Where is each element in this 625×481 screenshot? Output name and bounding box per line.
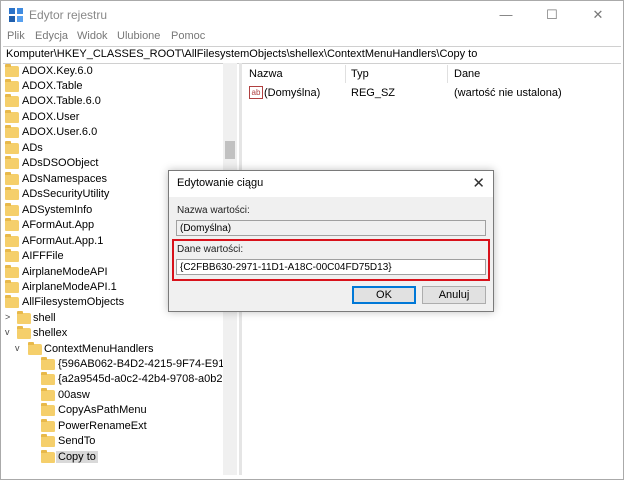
tree-item-label: Copy to: [56, 451, 98, 463]
title-bar: Edytor rejestru — ☐ ✕: [1, 1, 623, 29]
tree-item-label: CopyAsPathMenu: [58, 404, 147, 416]
folder-icon: [5, 265, 19, 278]
tree-item-label: {a2a9545d-a0c2-42b4-9708-a0b2badc: [58, 373, 237, 385]
folder-icon: [5, 110, 19, 123]
menu-plik[interactable]: Plik: [7, 30, 25, 42]
tree-item-label: AirplaneModeAPI: [22, 266, 108, 278]
value-data-label: Dane wartości:: [177, 244, 244, 255]
folder-icon: [5, 64, 19, 77]
tree-item-label: ADs: [22, 142, 43, 154]
folder-icon: [41, 419, 55, 432]
tree-item-label: ADsSecurityUtility: [22, 188, 110, 200]
ok-button[interactable]: OK: [352, 286, 416, 304]
folder-icon: [5, 172, 19, 185]
tree-item-label: ADsNamespaces: [22, 173, 107, 185]
menu-widok[interactable]: Widok: [77, 30, 108, 42]
registry-editor-icon: [9, 8, 23, 22]
folder-icon: [5, 156, 19, 169]
tree-item-label: ADOX.Table.6.0: [22, 95, 101, 107]
tree-item-label: ADOX.Key.6.0: [22, 65, 93, 77]
tree-item-label: AFormAut.App: [22, 219, 95, 231]
menu-ulubione[interactable]: Ulubione: [117, 30, 160, 42]
folder-icon: [5, 141, 19, 154]
column-separator[interactable]: [447, 65, 448, 83]
minimize-button[interactable]: —: [483, 1, 529, 29]
folder-icon: [5, 203, 19, 216]
folder-icon: [41, 450, 55, 463]
folder-icon: [5, 125, 19, 138]
tree-item-label: 00asw: [58, 389, 90, 401]
folder-icon: [5, 79, 19, 92]
tree-item-label: AFormAut.App.1: [22, 235, 104, 247]
menu-pomoc[interactable]: Pomoc: [171, 30, 205, 42]
folder-icon: [5, 280, 19, 293]
folder-icon: [5, 94, 19, 107]
table-row[interactable]: ab (Domyślna) REG_SZ (wartość nie ustalo…: [247, 86, 617, 102]
edit-string-dialog: Edytowanie ciągu ✕ Nazwa wartości: (Domy…: [168, 170, 494, 312]
collapse-arrow-icon[interactable]: v: [15, 343, 20, 353]
tree-item-label: ADOX.User.6.0: [22, 126, 98, 138]
collapse-arrow-icon[interactable]: v: [5, 327, 10, 337]
folder-icon: [41, 403, 55, 416]
tree-item-label: ADOX.Table: [22, 80, 83, 92]
menu-bar: Plik Edycja Widok Ulubione Pomoc: [1, 29, 623, 47]
folder-icon: [17, 326, 31, 339]
address-path: Komputer\HKEY_CLASSES_ROOT\AllFilesystem…: [6, 48, 478, 60]
folder-icon: [28, 342, 42, 355]
folder-icon: [41, 388, 55, 401]
value-name: (Domyślna): [264, 87, 321, 99]
folder-icon: [5, 295, 19, 308]
folder-icon: [5, 249, 19, 262]
column-header-type[interactable]: Typ: [351, 68, 369, 80]
window-title: Edytor rejestru: [29, 8, 108, 22]
dialog-title: Edytowanie ciągu: [177, 177, 264, 189]
folder-icon: [5, 234, 19, 247]
tree-item-label: shellex: [33, 327, 68, 339]
expand-arrow-icon[interactable]: >: [5, 312, 10, 322]
tree-item-label: ADOX.User: [22, 111, 80, 123]
tree-item-label: ADsDSOObject: [22, 157, 99, 169]
column-header-name[interactable]: Nazwa: [249, 68, 283, 80]
string-value-icon: ab: [249, 86, 263, 99]
cancel-button[interactable]: Anuluj: [422, 286, 486, 304]
folder-icon: [5, 187, 19, 200]
folder-icon: [41, 434, 55, 447]
column-header-data[interactable]: Dane: [454, 68, 480, 80]
dialog-title-bar: Edytowanie ciągu ✕: [169, 171, 493, 197]
tree-item-label: ContextMenuHandlers: [44, 343, 154, 355]
column-separator[interactable]: [345, 65, 346, 83]
folder-icon: [41, 372, 55, 385]
tree-item-label: AirplaneModeAPI.1: [22, 281, 117, 293]
value-data-input[interactable]: {C2FBB630-2971-11D1-A18C-00C04FD75D13}: [176, 259, 486, 275]
close-button[interactable]: ✕: [575, 1, 621, 29]
tree-item-label: AIFFFile: [22, 250, 64, 262]
maximize-button[interactable]: ☐: [529, 1, 575, 29]
tree-item-label: PowerRenameExt: [58, 420, 147, 432]
folder-icon: [17, 311, 31, 324]
tree-item-label: {596AB062-B4D2-4215-9F74-E9109B0A: [58, 358, 237, 370]
folder-icon: [5, 218, 19, 231]
tree-item-label: AllFilesystemObjects: [22, 296, 125, 308]
tree-item-label: SendTo: [58, 435, 96, 447]
value-name-label: Nazwa wartości:: [177, 205, 250, 216]
menu-edycja[interactable]: Edycja: [35, 30, 68, 42]
scrollbar-thumb[interactable]: [225, 141, 235, 159]
folder-icon: [41, 357, 55, 370]
value-type: REG_SZ: [351, 87, 396, 99]
value-name-field: (Domyślna): [176, 220, 486, 236]
address-bar[interactable]: Komputer\HKEY_CLASSES_ROOT\AllFilesystem…: [3, 46, 621, 64]
tree-item-label: ADSystemInfo: [22, 204, 93, 216]
dialog-close-icon[interactable]: ✕: [472, 174, 485, 192]
tree-item-label: shell: [33, 312, 56, 324]
value-data: (wartość nie ustalona): [454, 87, 562, 99]
